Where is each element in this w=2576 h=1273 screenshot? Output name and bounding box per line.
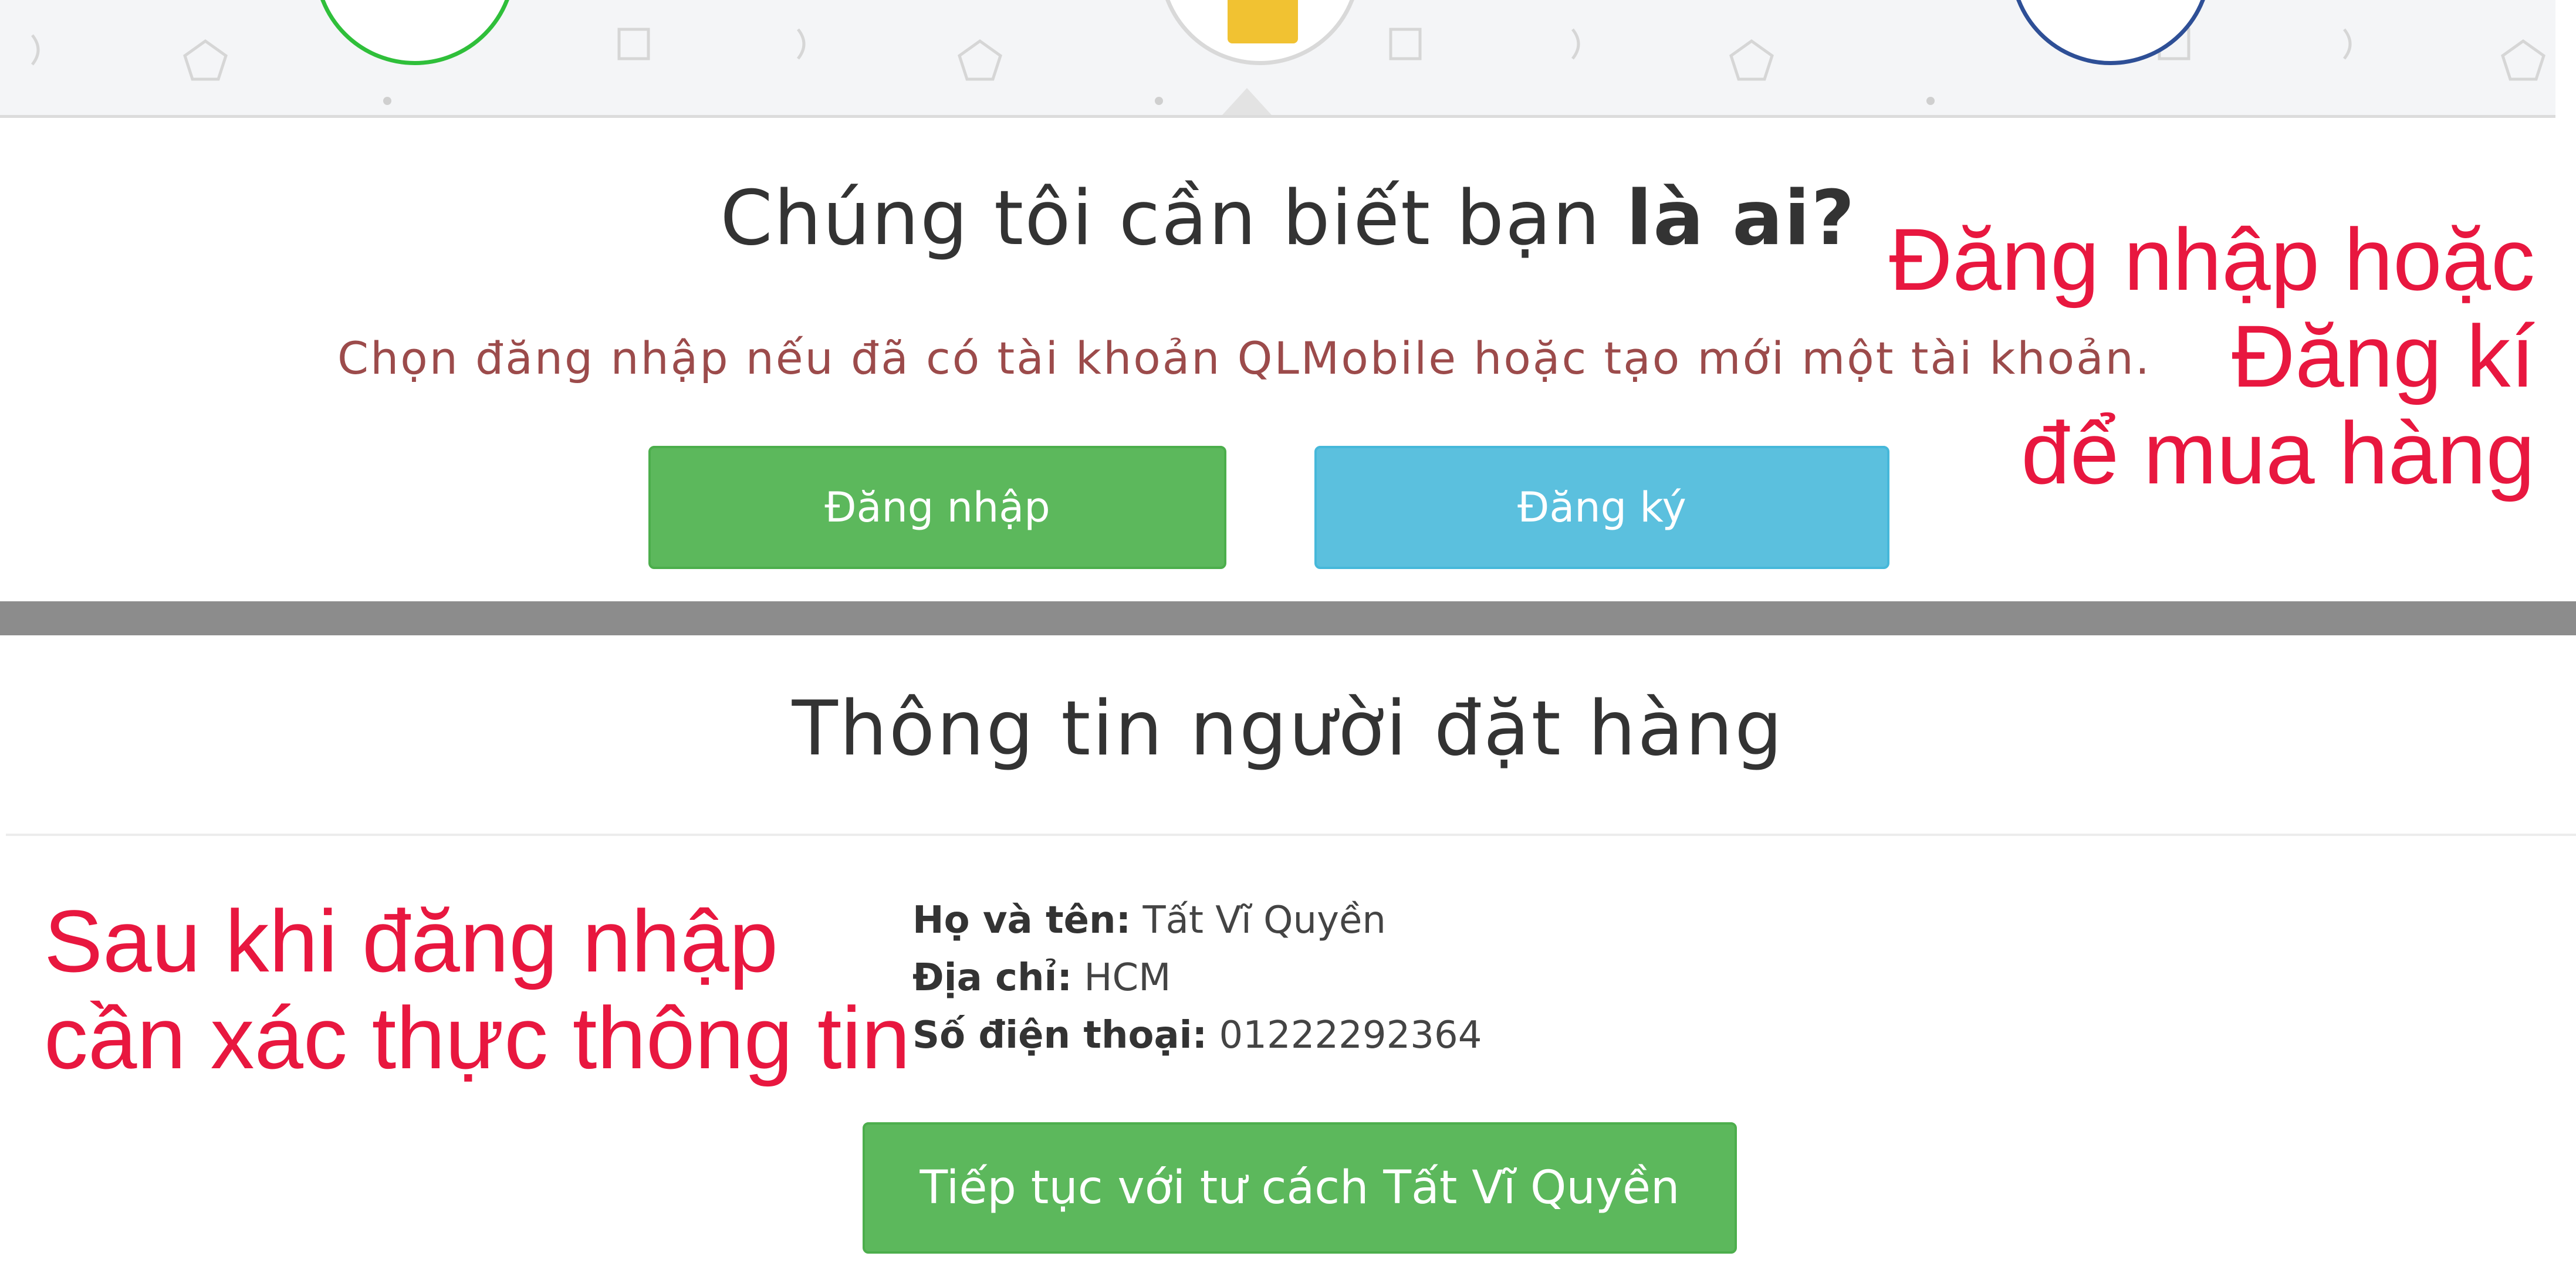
info-row-address: Địa chỉ: HCM xyxy=(912,949,1482,1007)
annotation-verify-info: Sau khi đăng nhập cần xác thực thông tin xyxy=(44,893,910,1086)
annotation-line: cần xác thực thông tin xyxy=(44,988,911,1087)
login-prompt-subtitle: Chọn đăng nhập nếu đã có tài khoản QLMob… xyxy=(337,332,2151,384)
customer-info-list: Họ và tên: Tất Vĩ Quyền Địa chỉ: HCM Số … xyxy=(912,892,1482,1064)
annotation-login-or-register: Đăng nhập hoặc Đăng kí để mua hàng xyxy=(1889,211,2535,502)
annotation-line: để mua hàng xyxy=(2021,404,2535,502)
login-button[interactable]: Đăng nhập xyxy=(648,446,1226,569)
annotation-line: Đăng nhập hoặc xyxy=(1889,210,2535,309)
continue-as-user-button[interactable]: Tiếp tục với tư cách Tất Vĩ Quyền xyxy=(863,1122,1737,1254)
info-value: 01222292364 xyxy=(1219,1014,1482,1057)
register-button[interactable]: Đăng ký xyxy=(1314,446,1889,569)
info-label: Số điện thoại: xyxy=(912,1014,1208,1057)
info-row-name: Họ và tên: Tất Vĩ Quyền xyxy=(912,892,1482,949)
section-divider xyxy=(0,601,2576,635)
info-label: Địa chỉ: xyxy=(912,956,1073,1000)
divider-line xyxy=(6,834,2576,836)
info-value: Tất Vĩ Quyền xyxy=(1142,899,1386,942)
document-icon xyxy=(1228,0,1298,43)
checkout-steps-strip xyxy=(0,0,2555,118)
annotation-line: Sau khi đăng nhập xyxy=(44,892,779,990)
info-row-phone: Số điện thoại: 01222292364 xyxy=(912,1007,1482,1064)
title-bold: là ai? xyxy=(1626,175,1856,262)
active-step-caret xyxy=(1222,88,1272,115)
title-regular: Chúng tôi cần biết bạn xyxy=(720,175,1601,262)
annotation-line: Đăng kí xyxy=(2232,307,2535,405)
info-label: Họ và tên: xyxy=(912,899,1131,942)
order-info-title: Thông tin người đặt hàng xyxy=(792,685,1784,773)
info-value: HCM xyxy=(1084,956,1171,1000)
